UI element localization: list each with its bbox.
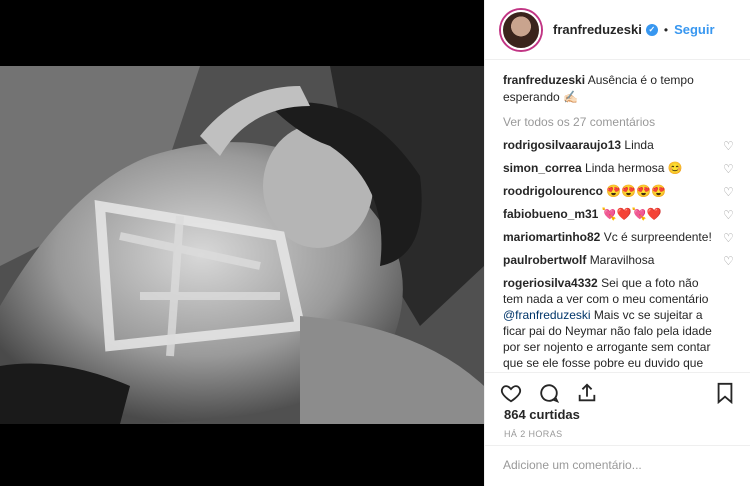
comment-item: roodrigolourenco 😍😍😍😍 ♡ xyxy=(503,183,735,199)
header-username[interactable]: franfreduzeski xyxy=(553,22,642,37)
post-timestamp[interactable]: HÁ 2 HORAS xyxy=(504,429,563,439)
comment-username[interactable]: rogeriosilva4332 xyxy=(503,276,598,290)
heart-icon[interactable]: ♡ xyxy=(723,186,735,198)
verified-badge-icon: ✓ xyxy=(645,23,658,36)
comment-text: Maravilhosa xyxy=(589,253,655,267)
comment-text: 😍😍😍😍 xyxy=(606,184,667,198)
comment-text: Linda hermosa 😊 xyxy=(585,161,683,175)
post-header: franfreduzeski ✓ • Seguir xyxy=(485,0,750,60)
comments-list[interactable]: franfreduzeski Ausência é o tempo espera… xyxy=(485,60,750,372)
caption-username[interactable]: franfreduzeski xyxy=(503,73,585,87)
comment-item: rodrigosilvaaraujo13 Linda ♡ xyxy=(503,137,735,153)
view-all-comments-link[interactable]: Ver todos os 27 comentários xyxy=(503,115,735,129)
comment-username[interactable]: paulrobertwolf xyxy=(503,253,586,267)
heart-icon[interactable]: ♡ xyxy=(723,255,735,267)
comment-username[interactable]: simon_correa xyxy=(503,161,582,175)
comment-item: mariomartinho82 Vc é surpreendente! ♡ xyxy=(503,229,735,245)
post-actions-bar xyxy=(485,372,750,412)
share-upload-icon[interactable] xyxy=(573,379,601,407)
photo-illustration xyxy=(0,66,484,424)
heart-icon[interactable]: ♡ xyxy=(723,209,735,221)
post-side-panel: franfreduzeski ✓ • Seguir franfreduzeski… xyxy=(484,0,750,486)
post-media-area xyxy=(0,0,484,486)
comment-text: 💘❤️💘❤️ xyxy=(601,207,662,221)
post-caption: franfreduzeski Ausência é o tempo espera… xyxy=(503,72,735,106)
like-heart-icon[interactable] xyxy=(497,379,525,407)
follow-button[interactable]: Seguir xyxy=(674,22,714,37)
avatar[interactable] xyxy=(501,9,541,50)
comment-mention-link[interactable]: @franfreduzeski xyxy=(503,308,591,322)
comment-username[interactable]: roodrigolourenco xyxy=(503,184,603,198)
comment-bubble-icon[interactable] xyxy=(535,379,563,407)
comment-text: Vc é surpreendente! xyxy=(603,230,712,244)
comment-item: fabiobueno_m31 💘❤️💘❤️ ♡ xyxy=(503,206,735,222)
bookmark-icon[interactable] xyxy=(711,379,739,407)
likes-count[interactable]: 864 curtidas xyxy=(504,407,580,422)
heart-icon[interactable]: ♡ xyxy=(723,232,735,244)
separator-dot: • xyxy=(663,22,669,37)
heart-icon[interactable]: ♡ xyxy=(723,163,735,175)
comment-username[interactable]: rodrigosilvaaraujo13 xyxy=(503,138,621,152)
add-comment-input[interactable]: Adicione um comentário... xyxy=(485,445,750,486)
comment-username[interactable]: fabiobueno_m31 xyxy=(503,207,598,221)
comment-username[interactable]: mariomartinho82 xyxy=(503,230,600,244)
comment-text: Linda xyxy=(624,138,654,152)
post-photo[interactable] xyxy=(0,66,484,424)
comment-item: rogeriosilva4332 Sei que a foto não tem … xyxy=(503,275,735,372)
comment-item: simon_correa Linda hermosa 😊 ♡ xyxy=(503,160,735,176)
caption-emoji: ✍🏻 xyxy=(563,90,579,104)
comment-item: paulrobertwolf Maravilhosa ♡ xyxy=(503,252,735,268)
heart-icon[interactable]: ♡ xyxy=(723,140,735,152)
